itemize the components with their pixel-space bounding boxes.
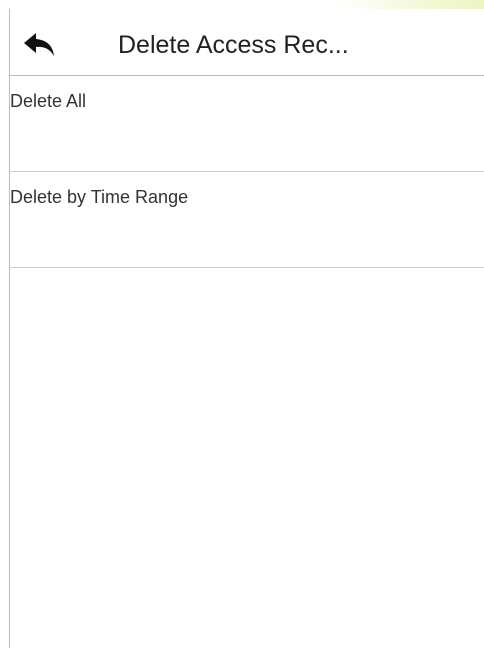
back-button[interactable] (22, 31, 58, 59)
header-bar: Delete Access Rec... (10, 9, 484, 76)
device-screen: Delete Access Rec... Delete All Delete b… (9, 9, 484, 648)
menu-item-delete-by-time-range[interactable]: Delete by Time Range (10, 172, 484, 268)
page-title: Delete Access Rec... (118, 31, 349, 59)
menu-item-delete-all[interactable]: Delete All (10, 76, 484, 172)
menu-item-label: Delete by Time Range (10, 187, 189, 207)
back-arrow-icon (24, 33, 54, 56)
menu-item-label: Delete All (10, 91, 87, 111)
